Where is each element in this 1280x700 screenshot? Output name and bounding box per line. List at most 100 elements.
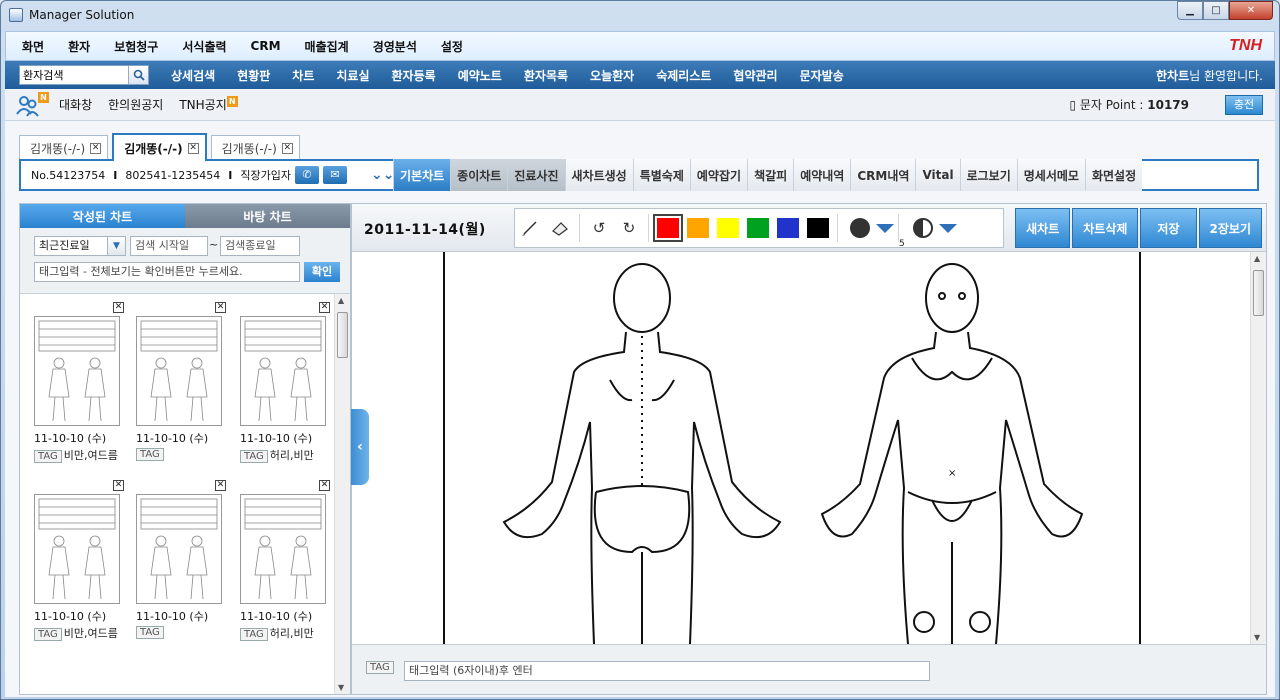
maximize-button[interactable]: □ [1203, 1, 1229, 20]
tab-screen-settings[interactable]: 화면설정 [1084, 159, 1143, 191]
tab-reservation[interactable]: 예약잡기 [689, 159, 748, 191]
nav-chart[interactable]: 차트 [292, 67, 314, 84]
opacity-icon[interactable] [913, 218, 933, 238]
eraser-icon[interactable] [545, 213, 575, 243]
menu-print[interactable]: 서식출력 [182, 38, 226, 55]
charge-button[interactable]: 충전 [1225, 95, 1263, 115]
redo-icon[interactable]: ↻ [614, 213, 644, 243]
color-swatch[interactable] [777, 218, 799, 238]
canvas-scrollbar[interactable]: ▲ ▼ [1250, 252, 1266, 644]
confirm-button[interactable]: 확인 [304, 262, 340, 282]
patient-tab[interactable]: 김개똥(-/-) ✕ [210, 135, 300, 160]
color-swatch[interactable] [687, 218, 709, 238]
scroll-down-icon[interactable]: ▼ [338, 683, 344, 692]
chevron-down-icon[interactable]: ▼ [107, 237, 125, 255]
start-date-field[interactable]: 검색 시작일 [130, 236, 208, 256]
menu-patient[interactable]: 환자 [68, 38, 90, 55]
close-icon[interactable]: ✕ [113, 480, 124, 491]
brush-size-icon[interactable] [850, 218, 870, 238]
menu-screen[interactable]: 화면 [22, 38, 44, 55]
save-button[interactable]: 저장 [1140, 208, 1197, 248]
undo-icon[interactable]: ↺ [584, 213, 614, 243]
thumbnail-scrollbar[interactable]: ▲ ▼ [334, 294, 350, 694]
close-icon[interactable]: ✕ [319, 302, 330, 313]
close-icon[interactable]: ✕ [215, 302, 226, 313]
tab-written-charts[interactable]: 작성된 차트 [20, 204, 185, 228]
close-icon[interactable]: ✕ [90, 142, 102, 154]
scroll-thumb[interactable] [337, 312, 348, 358]
color-swatch[interactable] [717, 218, 739, 238]
chevron-down-icon[interactable] [939, 223, 957, 233]
nav-agreement[interactable]: 협약관리 [733, 67, 777, 84]
tab-paper-chart[interactable]: 종이차트 [450, 159, 508, 191]
menu-crm[interactable]: CRM [251, 39, 281, 53]
patient-search-input[interactable] [20, 66, 128, 84]
nav-today-patients[interactable]: 오늘환자 [590, 67, 634, 84]
tab-basic-chart[interactable]: 기본차트 [393, 159, 451, 191]
tab-log[interactable]: 로그보기 [959, 159, 1017, 191]
tab-reservation-history[interactable]: 예약내역 [793, 159, 851, 191]
color-swatch[interactable] [653, 214, 683, 242]
chart-tag-input[interactable]: 태그입력 (6자이내)후 엔터 [404, 661, 930, 681]
sub-clinic-notice[interactable]: 한의원공지 [108, 96, 163, 113]
color-swatch[interactable] [807, 218, 829, 238]
minimize-button[interactable]: ▁ [1177, 1, 1203, 20]
mail-icon[interactable]: ✉ [323, 166, 347, 184]
two-page-view-button[interactable]: 2장보기 [1198, 208, 1262, 248]
delete-chart-button[interactable]: 차트삭제 [1072, 208, 1139, 248]
chart-thumbnail[interactable]: ✕ 11-10-10 (수) TAG 비만,여드름 [30, 302, 130, 472]
close-icon[interactable]: ✕ [187, 142, 199, 154]
new-chart-button[interactable]: 새차트 [1015, 208, 1071, 248]
close-icon[interactable]: ✕ [113, 302, 124, 313]
menu-analysis[interactable]: 경영분석 [373, 38, 417, 55]
color-swatch[interactable] [747, 218, 769, 238]
nav-sms[interactable]: 문자발송 [800, 67, 844, 84]
tab-statement-memo[interactable]: 명세서메모 [1016, 159, 1085, 191]
tab-vital[interactable]: Vital [915, 159, 960, 191]
menu-settings[interactable]: 설정 [441, 38, 463, 55]
chart-thumbnail[interactable]: ✕ 11-10-10 (수) TAG [132, 480, 232, 650]
nav-dashboard[interactable]: 현황판 [237, 67, 270, 84]
menu-sales[interactable]: 매출집계 [305, 38, 349, 55]
collapse-panel-button[interactable]: ‹ [351, 409, 369, 485]
nav-treatment-room[interactable]: 치료실 [336, 67, 369, 84]
tab-crm-history[interactable]: CRM내역 [850, 159, 916, 191]
nav-patient-register[interactable]: 환자등록 [392, 67, 436, 84]
scroll-thumb[interactable] [1253, 270, 1264, 316]
sub-tnh-notice[interactable]: TNH공지 N [179, 96, 238, 113]
brush-icon[interactable] [515, 213, 545, 243]
people-icon[interactable]: N [15, 91, 49, 118]
scroll-down-icon[interactable]: ▼ [1254, 633, 1260, 642]
patient-tab-active[interactable]: 김개똥(-/-) ✕ [112, 133, 207, 161]
menu-insurance[interactable]: 보험청구 [114, 38, 158, 55]
close-icon[interactable]: ✕ [215, 480, 226, 491]
tab-special-homework[interactable]: 특별숙제 [632, 159, 690, 191]
chart-thumbnail[interactable]: ✕ 11-10-10 (수) TAG 허리,비만 [236, 302, 336, 472]
date-type-select[interactable]: 최근진료일 ▼ [34, 236, 126, 256]
end-date-field[interactable]: 검색종료일 [220, 236, 300, 256]
chart-thumbnail[interactable]: ✕ 11-10-10 (수) TAG 비만,여드름 [30, 480, 130, 650]
chart-thumbnail[interactable]: ✕ 11-10-10 (수) TAG [132, 302, 232, 472]
tag-search-input[interactable]: 태그입력 - 전체보기는 확인버튼만 누르세요. [34, 262, 300, 282]
chart-canvas[interactable]: × [352, 252, 1250, 644]
scroll-up-icon[interactable]: ▲ [1254, 254, 1260, 263]
nav-homework-list[interactable]: 숙제리스트 [656, 67, 711, 84]
close-icon[interactable]: ✕ [281, 142, 293, 154]
sub-chat[interactable]: 대화창 [59, 96, 92, 113]
tab-photos[interactable]: 진료사진 [507, 159, 565, 191]
chevron-down-icon[interactable]: ⌄⌄ [371, 167, 394, 183]
phone-icon[interactable]: ✆ [295, 166, 319, 184]
chevron-down-icon[interactable] [876, 223, 894, 233]
tab-bookmark[interactable]: 책갈피 [747, 159, 794, 191]
nav-patient-list[interactable]: 환자목록 [524, 67, 568, 84]
search-icon[interactable] [128, 66, 148, 84]
close-icon[interactable]: ✕ [319, 480, 330, 491]
chart-thumbnail[interactable]: ✕ 11-10-10 (수) TAG 허리,비만 [236, 480, 336, 650]
scroll-up-icon[interactable]: ▲ [338, 296, 344, 305]
tab-template-charts[interactable]: 바탕 차트 [185, 204, 350, 228]
tab-new-chart[interactable]: 새차트생성 [564, 159, 633, 191]
patient-tab[interactable]: 김개똥(-/-) ✕ [19, 135, 109, 160]
close-button[interactable]: ✕ [1229, 1, 1273, 20]
nav-detail-search[interactable]: 상세검색 [171, 67, 215, 84]
nav-reservation-note[interactable]: 예약노트 [458, 67, 502, 84]
